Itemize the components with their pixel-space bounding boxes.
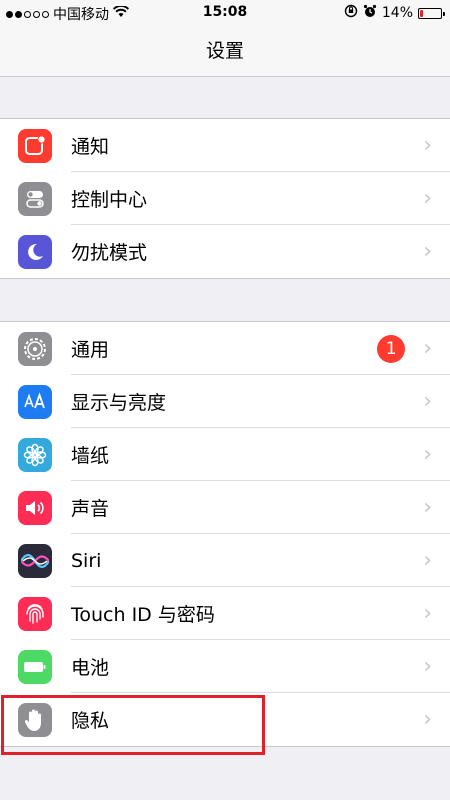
settings-row-label: 控制中心 bbox=[71, 189, 148, 211]
display-brightness-icon bbox=[18, 384, 52, 419]
settings-row-label: 墙纸 bbox=[71, 445, 110, 467]
battery-percentage: 14% bbox=[381, 5, 413, 21]
notification-badge: 1 bbox=[377, 334, 406, 363]
page-title: 设置 bbox=[205, 40, 244, 62]
alarm-icon bbox=[363, 4, 377, 22]
settings-row-notifications[interactable]: 通知 › bbox=[0, 119, 450, 172]
settings-row-label: 电池 bbox=[71, 657, 110, 679]
moon-icon bbox=[18, 234, 52, 269]
chevron-right-icon: › bbox=[423, 442, 432, 467]
settings-row-label: 显示与亮度 bbox=[71, 392, 167, 414]
chevron-right-icon: › bbox=[423, 336, 432, 361]
settings-row-general[interactable]: 通用 1 › bbox=[0, 322, 450, 375]
settings-row-touch-id-passcode[interactable]: Touch ID 与密码 › bbox=[0, 587, 450, 640]
battery-level-fill bbox=[420, 9, 423, 17]
settings-row-sounds[interactable]: 声音 › bbox=[0, 481, 450, 534]
fingerprint-icon bbox=[18, 596, 52, 631]
chevron-right-icon: › bbox=[423, 707, 432, 732]
chevron-right-icon: › bbox=[423, 239, 432, 264]
battery-icon bbox=[18, 649, 52, 684]
orientation-lock-icon bbox=[344, 4, 358, 22]
siri-icon bbox=[18, 543, 52, 578]
settings-row-control-center[interactable]: 控制中心 › bbox=[0, 172, 450, 225]
status-bar: 中国移动 15:08 14% bbox=[0, 0, 450, 26]
settings-row-do-not-disturb[interactable]: 勿扰模式 › bbox=[0, 225, 450, 278]
speaker-icon bbox=[18, 490, 52, 525]
settings-row-display-brightness[interactable]: 显示与亮度 › bbox=[0, 375, 450, 428]
chevron-right-icon: › bbox=[423, 601, 432, 626]
status-right: 14% bbox=[344, 4, 445, 22]
notifications-icon bbox=[18, 128, 52, 163]
settings-group-1: 通知 › 控制中心 › 勿扰模式 › bbox=[0, 118, 450, 279]
chevron-right-icon: › bbox=[423, 654, 432, 679]
chevron-right-icon: › bbox=[423, 548, 432, 573]
settings-row-siri[interactable]: Siri › bbox=[0, 534, 450, 587]
chevron-right-icon: › bbox=[423, 186, 432, 211]
chevron-right-icon: › bbox=[423, 133, 432, 158]
settings-row-battery[interactable]: 电池 › bbox=[0, 640, 450, 693]
battery-status-icon bbox=[418, 7, 445, 19]
settings-row-label: 声音 bbox=[71, 498, 110, 520]
control-center-icon bbox=[18, 181, 52, 216]
wallpaper-icon bbox=[18, 437, 52, 472]
settings-row-label: Siri bbox=[71, 549, 102, 572]
gear-icon bbox=[18, 331, 52, 366]
privacy-highlight-box bbox=[1, 695, 265, 755]
settings-row-label: 通知 bbox=[71, 136, 110, 158]
settings-row-wallpaper[interactable]: 墙纸 › bbox=[0, 428, 450, 481]
settings-row-label: 勿扰模式 bbox=[71, 242, 148, 264]
settings-row-label: 通用 bbox=[71, 339, 110, 361]
navigation-bar: 设置 bbox=[0, 26, 450, 77]
settings-group-2: 通用 1 › 显示与亮度 › 墙纸 › 声音 › Siri › Touch ID… bbox=[0, 321, 450, 747]
chevron-right-icon: › bbox=[423, 389, 432, 414]
chevron-right-icon: › bbox=[423, 495, 432, 520]
settings-row-label: Touch ID 与密码 bbox=[71, 604, 215, 626]
